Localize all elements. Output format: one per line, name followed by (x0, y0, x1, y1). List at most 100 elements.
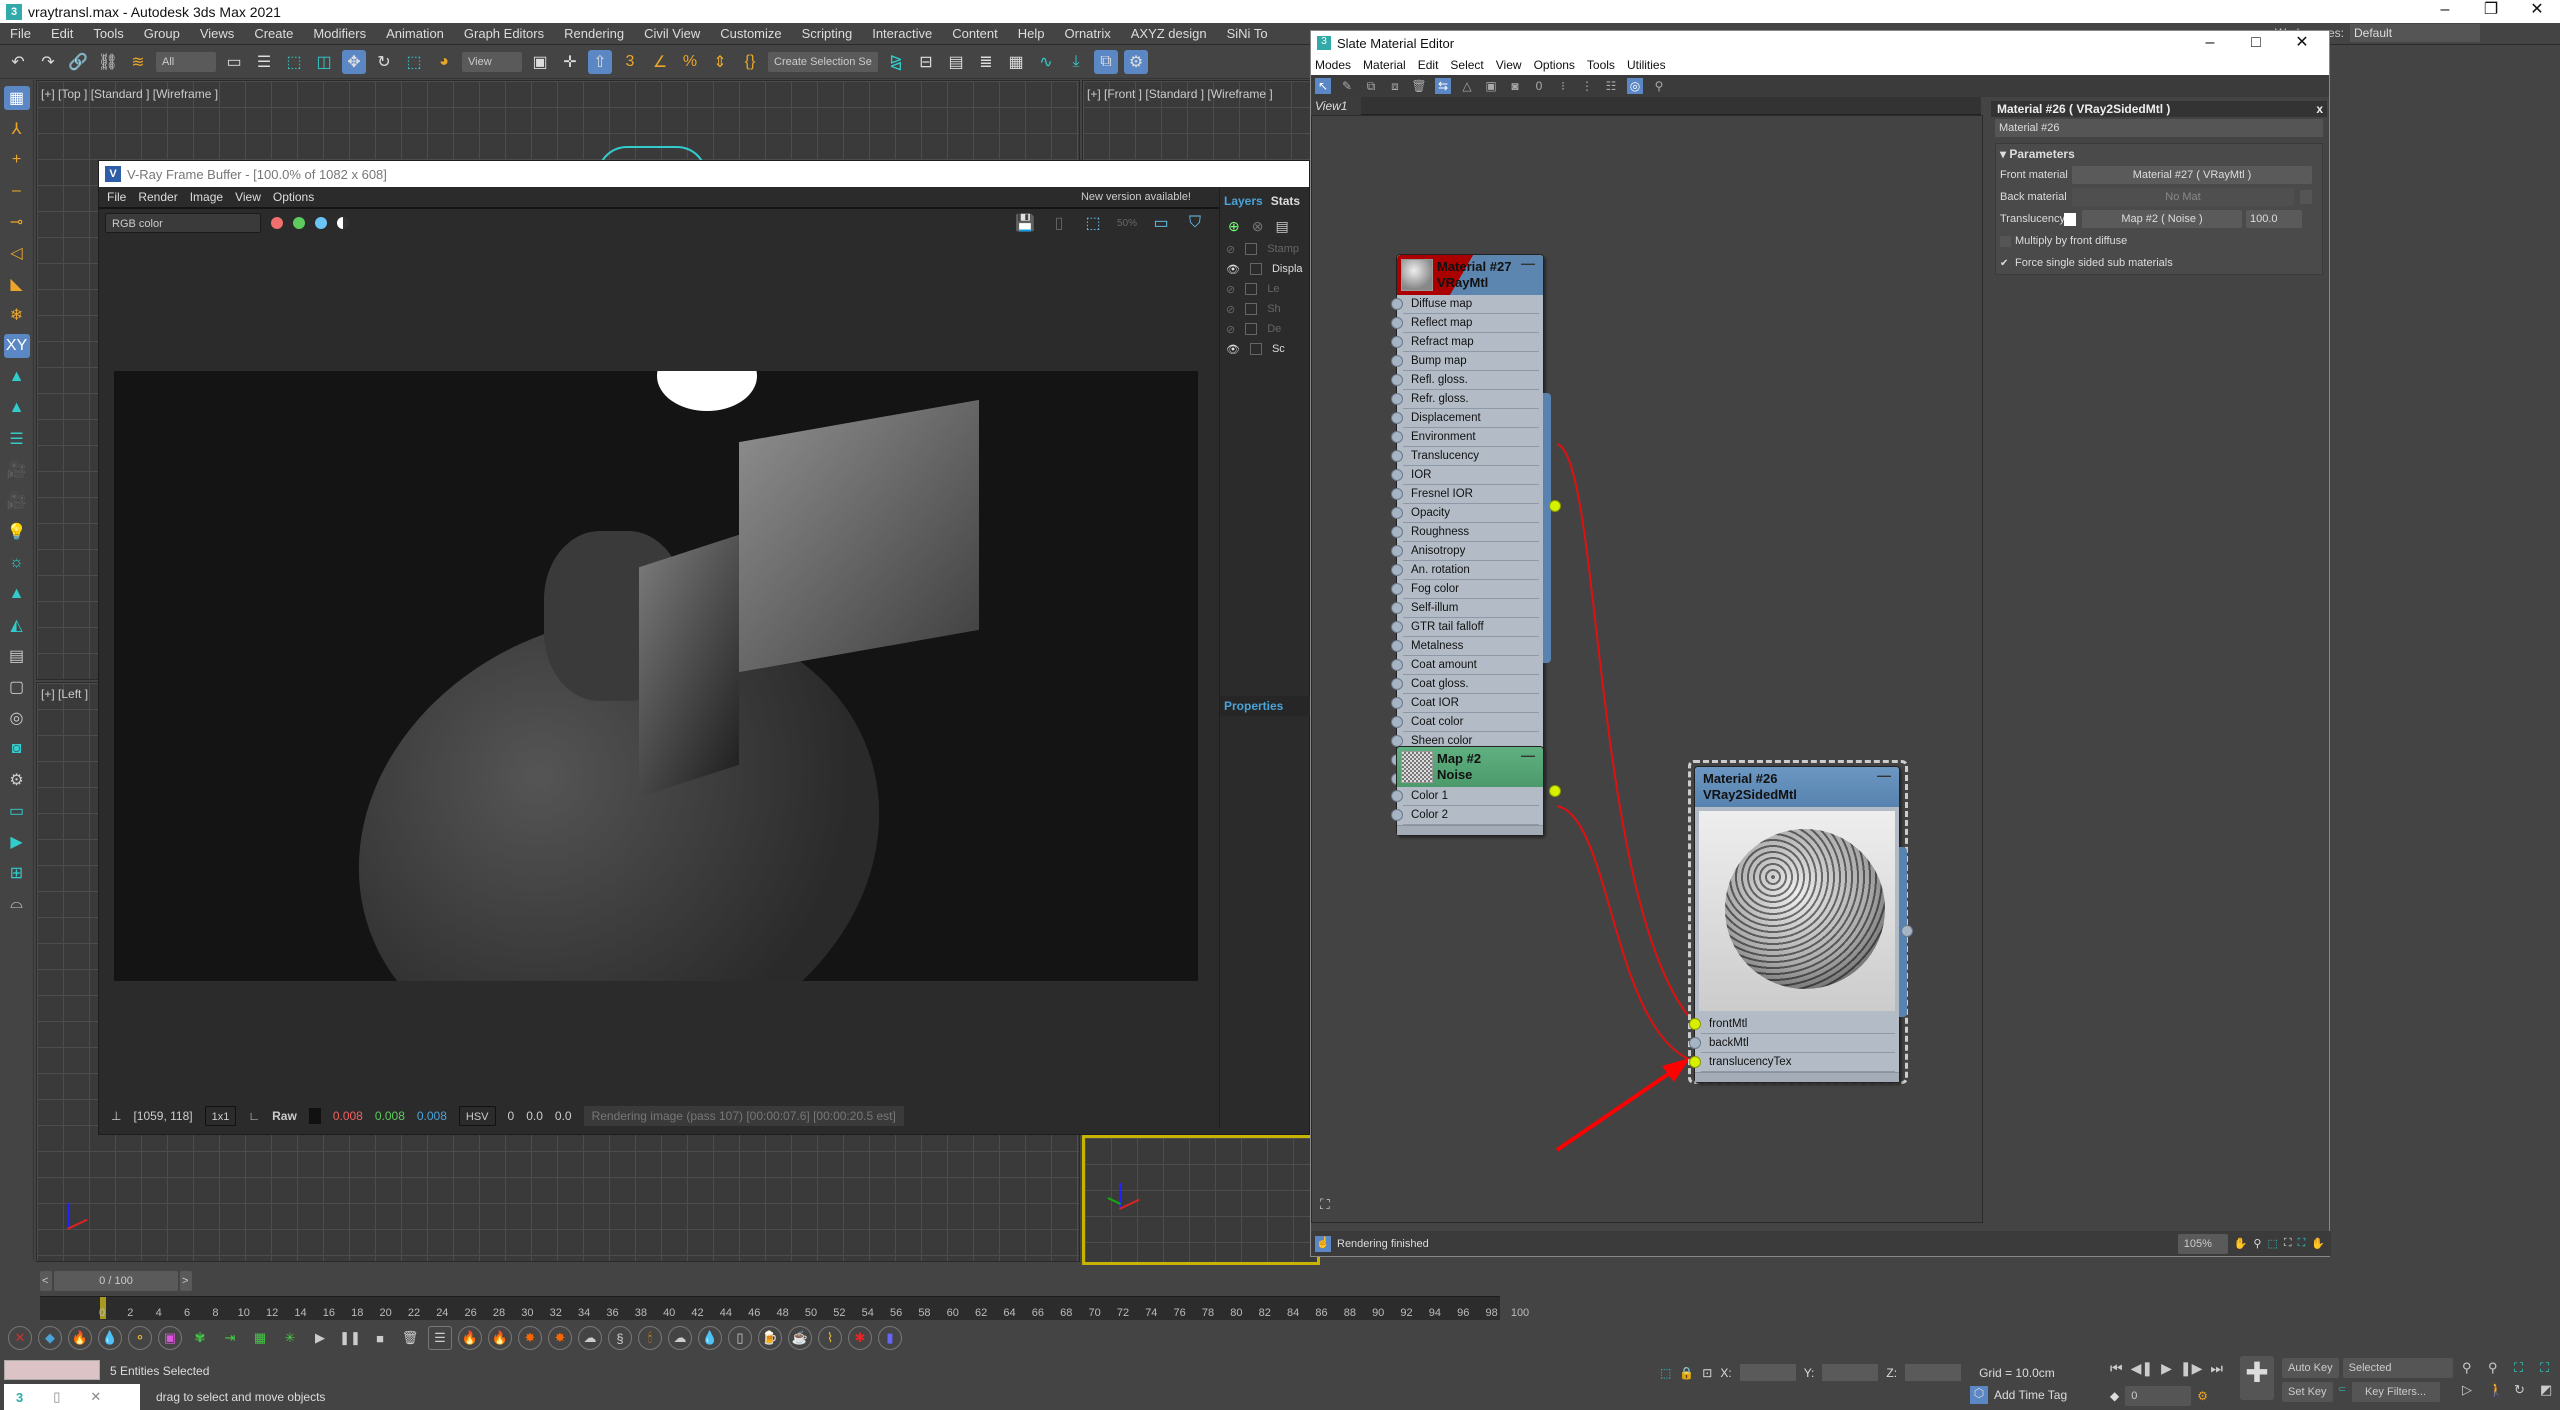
layer-row[interactable]: 👁 Displa (1220, 259, 1309, 279)
pan-to-selected-icon[interactable]: ✋ (2311, 1237, 2325, 1250)
colorspace-dropdown[interactable]: HSV (458, 1106, 496, 1126)
curve-editor-icon[interactable]: ∿ (1034, 50, 1058, 74)
list-icon[interactable]: ☰ (428, 1326, 452, 1350)
unlink-icon[interactable]: ⛓ (96, 50, 120, 74)
slot-environment[interactable]: Environment (1391, 428, 1539, 447)
input-socket[interactable] (1391, 450, 1403, 462)
input-socket[interactable] (1689, 1018, 1701, 1030)
edge-snap-icon[interactable]: ◁ (4, 241, 30, 265)
output-socket[interactable] (1549, 785, 1561, 797)
slate-maximize-button[interactable]: □ (2233, 33, 2279, 56)
input-socket[interactable] (1391, 298, 1403, 310)
arrow-right-icon[interactable]: ⇥ (218, 1326, 242, 1350)
force-single-sided-checkbox[interactable]: ✔ (2000, 258, 2011, 269)
face-snap-icon[interactable]: ◣ (4, 272, 30, 296)
taskbar-thumbnail[interactable]: 3 ▯ ✕ (4, 1384, 140, 1410)
50-percent-icon[interactable]: 50% (1115, 211, 1139, 235)
vfb-window-icon[interactable]: ▭ (4, 799, 30, 823)
menu-edit[interactable]: Edit (41, 26, 83, 41)
assign-to-selection-icon[interactable]: ⧈ (1387, 78, 1403, 94)
material-map-browser-icon[interactable]: ☷ (1603, 78, 1619, 94)
window-crossing-icon[interactable]: ◫ (312, 50, 336, 74)
close-button[interactable]: ✕ (2514, 0, 2560, 23)
cloud-icon[interactable]: ☁ (668, 1326, 692, 1350)
alpha-channel-toggle[interactable] (337, 217, 349, 229)
show-map-icon[interactable]: ◙ (1507, 78, 1523, 94)
frame-counter[interactable]: 0 / 100 (54, 1271, 178, 1291)
menu-ornatrix[interactable]: Ornatrix (1055, 26, 1121, 41)
ring-icon[interactable]: ◎ (4, 706, 30, 730)
tree-half-icon[interactable]: ◭ (4, 613, 30, 637)
menu-rendering[interactable]: Rendering (554, 26, 634, 41)
z-field[interactable] (1905, 1364, 1962, 1381)
tree-list-icon[interactable]: ▤ (4, 644, 30, 668)
slot-frontmtl[interactable]: frontMtl (1689, 1015, 1895, 1034)
pick-icon[interactable]: ☝ (1315, 1235, 1331, 1252)
restore-thumb-icon[interactable]: ▯ (53, 1389, 60, 1405)
slot-an-rotation[interactable]: An. rotation (1391, 561, 1539, 580)
properties-header[interactable]: Properties (1220, 696, 1310, 716)
frame-icon[interactable]: ▭ (1149, 211, 1173, 235)
auto-key-button[interactable]: Auto Key (2282, 1358, 2339, 1378)
snaps-toggle-icon[interactable]: 3 (618, 50, 642, 74)
next-frame-icon[interactable]: ❚▶ (2180, 1360, 2203, 1377)
flow-icon[interactable]: ✾ (188, 1326, 212, 1350)
gear-bulb-icon[interactable]: ⚙ (4, 768, 30, 792)
input-socket[interactable] (1391, 790, 1403, 802)
input-socket[interactable] (1391, 564, 1403, 576)
input-socket[interactable] (1391, 809, 1403, 821)
smoke-trail-icon[interactable]: § (608, 1326, 632, 1350)
input-socket[interactable] (1391, 659, 1403, 671)
layout-children-icon[interactable]: ⋮ (1579, 78, 1595, 94)
default-tangent-icon[interactable]: ⸦ (2337, 1382, 2348, 1402)
material-editor-icon[interactable]: ⚙ (1124, 49, 1148, 74)
slot-refr-gloss-[interactable]: Refr. gloss. (1391, 390, 1539, 409)
back-material-toggle[interactable] (2300, 190, 2312, 204)
menu-animation[interactable]: Animation (376, 26, 454, 41)
reference-coord-dropdown[interactable]: View (462, 51, 522, 72)
slate-menu-material[interactable]: Material (1363, 58, 1406, 72)
next-frame-button[interactable]: > (180, 1271, 192, 1291)
undo-icon[interactable]: ↶ (6, 50, 30, 74)
layer-row[interactable]: ⊘ De (1220, 319, 1309, 339)
named-selection-sets-dropdown[interactable]: Create Selection Se (768, 51, 878, 72)
mirror-icon[interactable]: ⧎ (884, 50, 908, 74)
slot-backmtl[interactable]: backMtl (1689, 1034, 1895, 1053)
layer-explorer-icon[interactable]: ≣ (974, 50, 998, 74)
scale-icon[interactable]: ⬚ (402, 50, 426, 74)
select-object-icon[interactable]: ▭ (222, 50, 246, 74)
viewport-left-label[interactable]: [+] [Left ] (41, 687, 88, 701)
layer-row[interactable]: ⊘ Stamp (1220, 239, 1309, 259)
slot-coat-amount[interactable]: Coat amount (1391, 656, 1539, 675)
delete-layer-icon[interactable]: ⊗ (1252, 218, 1264, 235)
pause-icon[interactable]: ❚❚ (338, 1326, 362, 1350)
populate-icon[interactable]: ▲ (4, 365, 30, 389)
zoom-extents-selected-icon[interactable]: ⛶ (2298, 1237, 2306, 1250)
resize-grip[interactable] (1695, 1072, 1899, 1082)
slate-menu-modes[interactable]: Modes (1315, 58, 1351, 72)
edit-named-selection-icon[interactable]: {} (738, 50, 762, 74)
fire-off-icon[interactable]: ✕ (8, 1326, 32, 1350)
tab-view1[interactable]: View1 (1311, 97, 1361, 115)
stop-icon[interactable]: ■ (368, 1326, 392, 1350)
slot-coat-gloss-[interactable]: Coat gloss. (1391, 675, 1539, 694)
curve-icon[interactable]: ∟ (248, 1109, 260, 1123)
resize-grip[interactable] (1397, 825, 1543, 835)
slot-ior[interactable]: IOR (1391, 466, 1539, 485)
prev-frame-button[interactable]: < (40, 1271, 52, 1291)
smoke-icon[interactable]: ☁ (578, 1326, 602, 1350)
new-version-notice[interactable]: New version available! (1081, 191, 1191, 203)
layer-row[interactable]: 👁 Sc (1220, 339, 1309, 359)
slot-opacity[interactable]: Opacity (1391, 504, 1539, 523)
nav-zoom-extents-all-icon[interactable]: ⛶ (2540, 1360, 2560, 1376)
axis-constraint-icon[interactable]: XY (3, 334, 30, 358)
slate-menu-select[interactable]: Select (1450, 58, 1483, 72)
text-panel-icon[interactable]: ☰ (4, 427, 30, 451)
key-filters-button[interactable]: Key Filters... (2351, 1382, 2440, 1402)
flame-tank-icon[interactable]: 🔥 (488, 1326, 512, 1350)
close-thumb-icon[interactable]: ✕ (90, 1389, 101, 1405)
checker-icon[interactable]: ▦ (248, 1326, 272, 1350)
camera-add-icon[interactable]: 🎥 (4, 489, 30, 513)
slot-self-illum[interactable]: Self-illum (1391, 599, 1539, 618)
slot-refl-gloss-[interactable]: Refl. gloss. (1391, 371, 1539, 390)
